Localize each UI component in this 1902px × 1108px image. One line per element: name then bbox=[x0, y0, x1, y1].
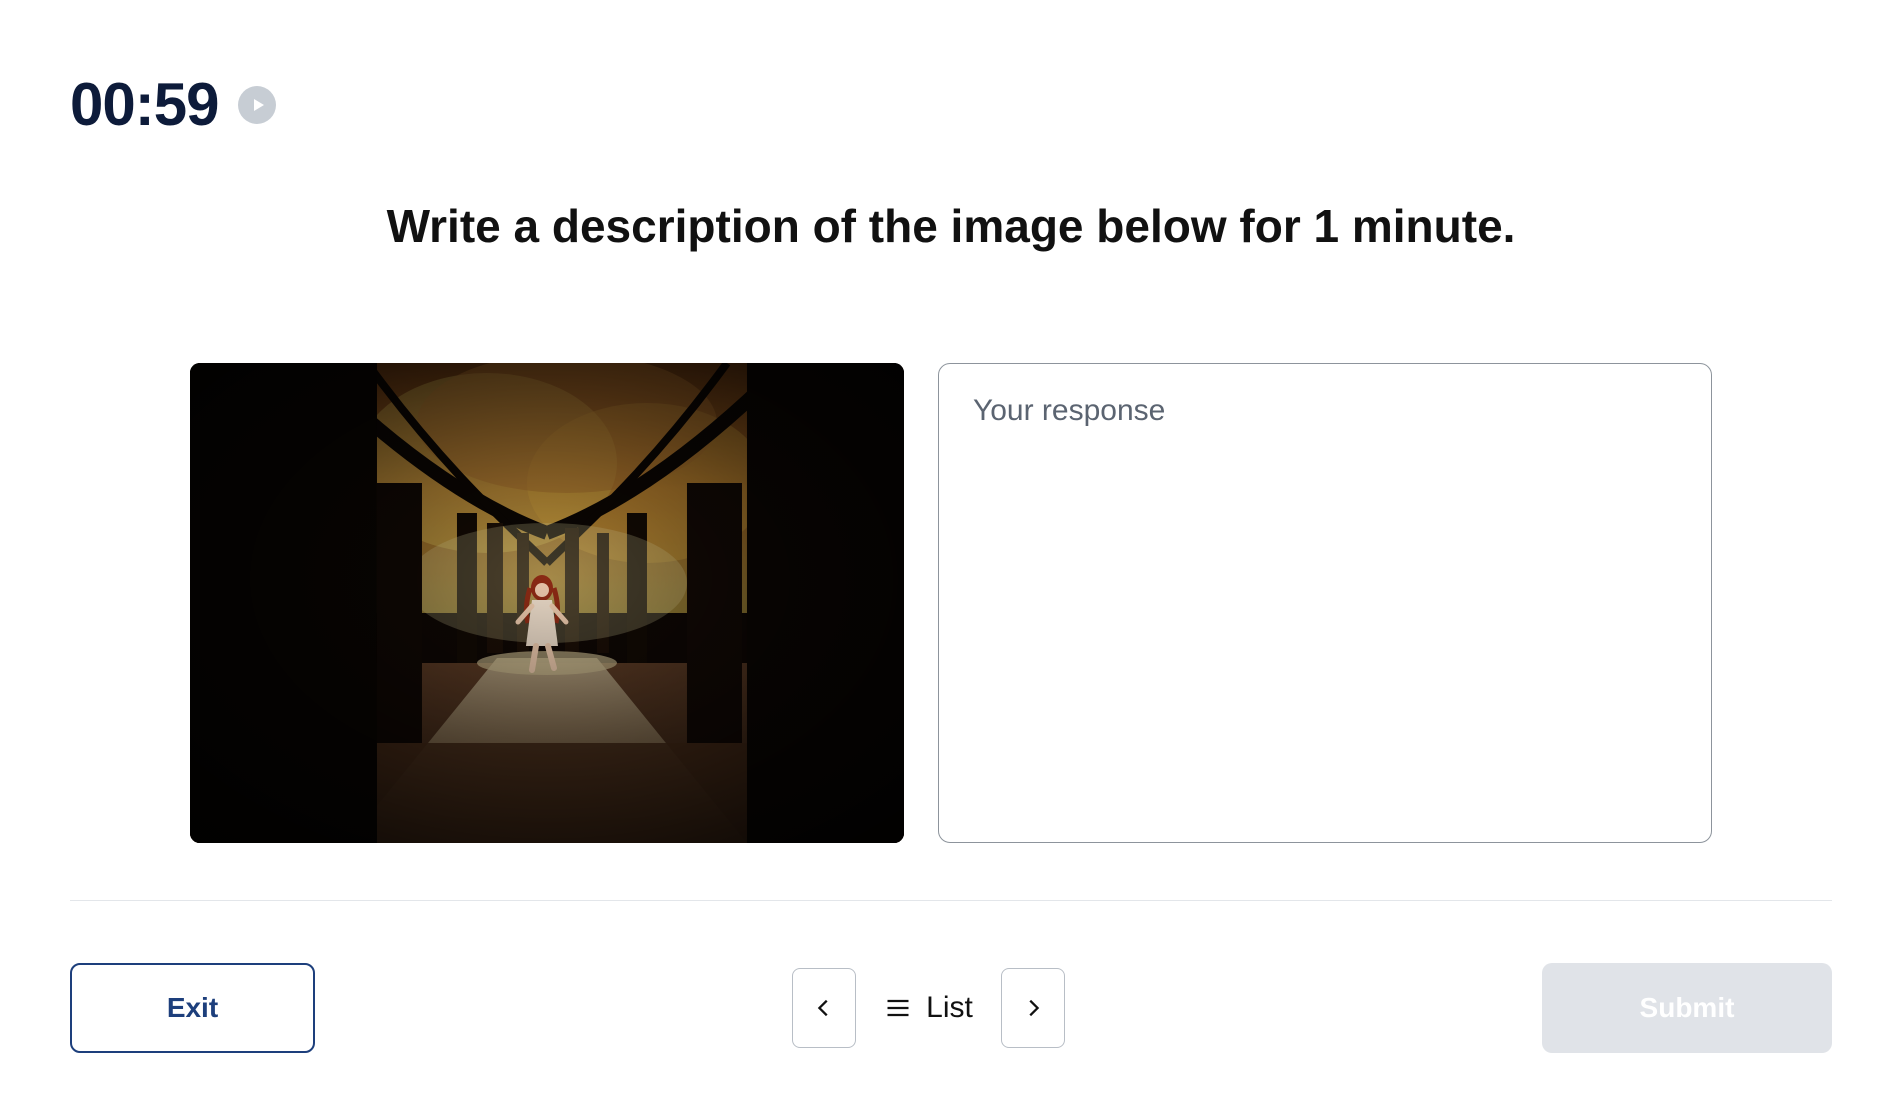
list-label: List bbox=[926, 991, 973, 1025]
chevron-right-icon bbox=[1022, 997, 1044, 1019]
timer-row: 00:59 bbox=[70, 70, 1832, 139]
prev-button[interactable] bbox=[792, 968, 856, 1048]
nav-center: List bbox=[792, 968, 1065, 1048]
prompt-text: Write a description of the image below f… bbox=[70, 199, 1832, 253]
prompt-image bbox=[190, 363, 904, 843]
exit-button[interactable]: Exit bbox=[70, 963, 315, 1053]
list-icon bbox=[884, 994, 912, 1022]
content-row bbox=[70, 363, 1832, 843]
footer-divider bbox=[70, 900, 1832, 901]
timer-display: 00:59 bbox=[70, 70, 218, 139]
submit-button[interactable]: Submit bbox=[1542, 963, 1832, 1053]
next-button[interactable] bbox=[1001, 968, 1065, 1048]
response-input[interactable] bbox=[938, 363, 1712, 843]
footer: Exit List Submit bbox=[70, 963, 1832, 1053]
play-icon[interactable] bbox=[238, 86, 276, 124]
list-button[interactable]: List bbox=[884, 991, 973, 1025]
chevron-left-icon bbox=[813, 997, 835, 1019]
